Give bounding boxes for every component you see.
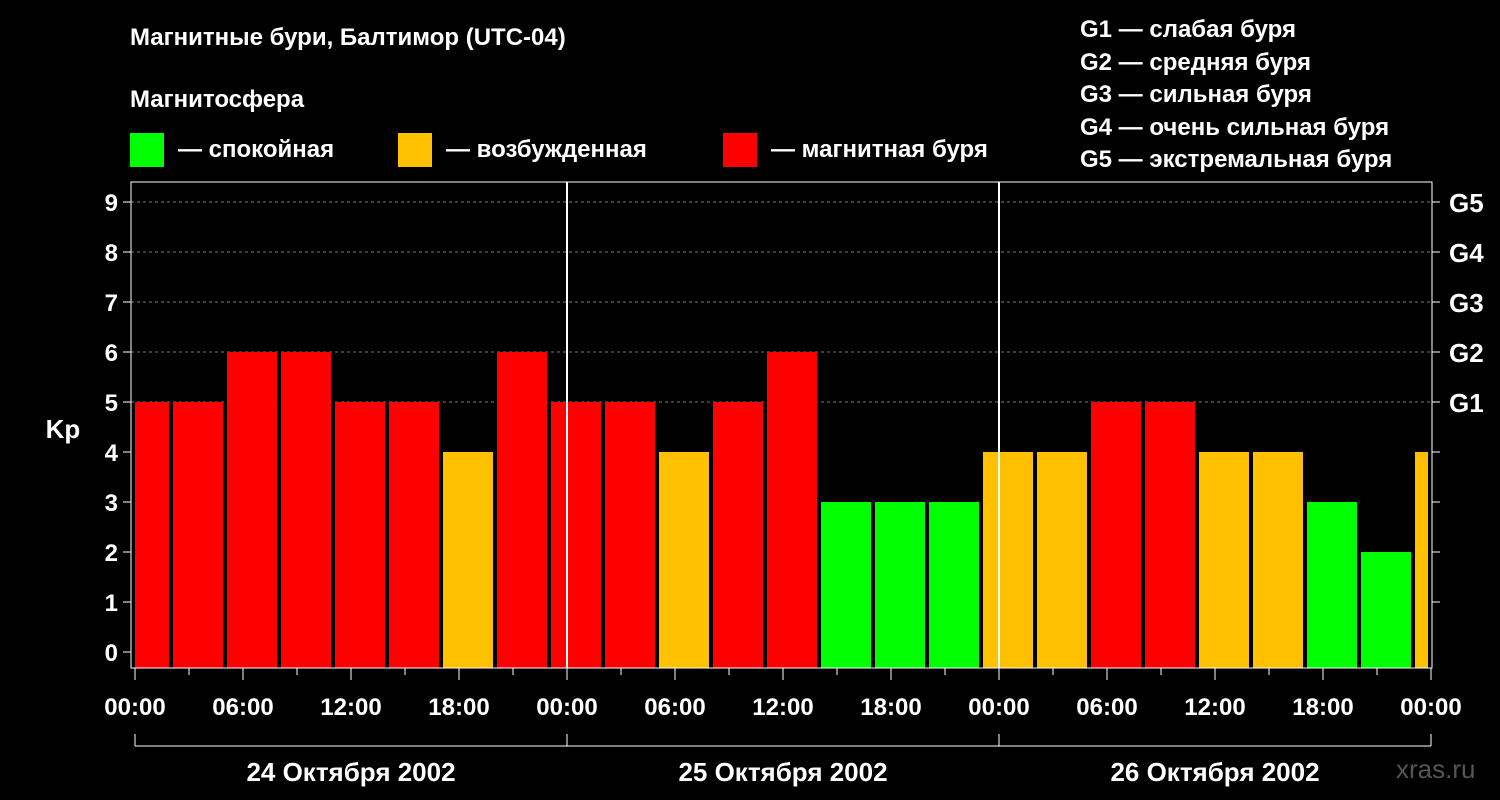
g-scale-label: G1 — [1449, 388, 1484, 418]
kp-bar — [875, 502, 925, 668]
kp-bar — [1307, 502, 1357, 668]
y-tick-label: 9 — [105, 190, 118, 217]
g-scale-legend-item: G1 — слабая буря — [1080, 16, 1297, 43]
x-tick-label: 00:00 — [536, 694, 597, 721]
kp-bar — [1415, 452, 1428, 668]
kp-bar — [821, 502, 871, 668]
date-label: 26 Октября 2002 — [1110, 757, 1319, 787]
x-tick-label: 06:00 — [1076, 694, 1137, 721]
y-tick-label: 7 — [105, 290, 118, 317]
legend-item-quiet: — спокойная — [130, 133, 334, 167]
kp-bar — [443, 452, 493, 668]
legend-swatch-unsettled — [398, 133, 432, 167]
kp-bar — [173, 402, 223, 668]
kp-bar — [929, 502, 979, 668]
legend-swatch-quiet — [130, 133, 164, 167]
kp-bar — [281, 352, 331, 668]
date-label: 25 Октября 2002 — [678, 757, 887, 787]
y-tick-label: 3 — [105, 490, 118, 517]
kp-bar — [1091, 402, 1141, 668]
kp-bar — [1361, 552, 1411, 668]
y-tick-label: 1 — [105, 590, 118, 617]
y-tick-label: 0 — [105, 640, 118, 667]
kp-bar — [1145, 402, 1195, 668]
kp-bar — [497, 352, 547, 668]
kp-bar — [1037, 452, 1087, 668]
chart-title: Магнитные бури, Балтимор (UTC-04) — [130, 24, 566, 51]
kp-bar — [1199, 452, 1249, 668]
kp-bar — [389, 402, 439, 668]
x-tick-label: 00:00 — [1400, 694, 1461, 721]
x-tick-label: 12:00 — [320, 694, 381, 721]
y-tick-label: 8 — [105, 240, 118, 267]
kp-bar — [335, 402, 385, 668]
g-scale-legend-item: G2 — средняя буря — [1080, 48, 1311, 76]
kp-bar — [1253, 452, 1303, 668]
legend-swatch-storm — [723, 133, 757, 167]
x-tick-label: 12:00 — [1184, 694, 1245, 721]
kp-bar — [983, 452, 1033, 668]
x-tick-label: 06:00 — [644, 694, 705, 721]
y-tick-label: 4 — [105, 440, 119, 467]
legend-label-unsettled: — возбужденная — [446, 136, 647, 163]
kp-bar — [713, 402, 763, 668]
g-scale-label: G5 — [1449, 188, 1484, 218]
kp-bar — [227, 352, 277, 668]
legend-heading: Магнитосфера — [130, 86, 305, 113]
x-tick-label: 00:00 — [968, 694, 1029, 721]
y-axis-label: Kp — [46, 414, 81, 444]
g-scale-label: G4 — [1449, 238, 1484, 268]
date-label: 24 Октября 2002 — [246, 757, 455, 787]
g-scale-legend: G1 — слабая буря G2 — средняя буря G3 — … — [1080, 14, 1392, 177]
y-tick-label: 6 — [105, 340, 118, 367]
kp-bar — [551, 402, 601, 668]
g-scale-legend-item: G5 — экстремальная буря — [1080, 146, 1393, 173]
watermark: xras.ru — [1396, 754, 1476, 784]
g-scale-legend-item: G4 — очень сильная буря — [1080, 113, 1390, 141]
x-tick-label: 00:00 — [104, 694, 165, 721]
kp-bar — [659, 452, 709, 668]
legend-item-storm: — магнитная буря — [723, 133, 988, 167]
legend-item-unsettled: — возбужденная — [398, 133, 647, 167]
y-tick-label: 2 — [105, 540, 118, 567]
g-scale-legend-item: G3 — сильная буря — [1080, 81, 1312, 108]
x-tick-label: 18:00 — [860, 694, 921, 721]
kp-bar — [605, 402, 655, 668]
x-tick-label: 18:00 — [1292, 694, 1353, 721]
x-tick-label: 06:00 — [212, 694, 273, 721]
kp-bar — [135, 402, 169, 668]
x-tick-label: 12:00 — [752, 694, 813, 721]
x-tick-label: 18:00 — [428, 694, 489, 721]
legend-label-quiet: — спокойная — [178, 136, 335, 163]
legend-label-storm: — магнитная буря — [771, 136, 988, 163]
kp-bar — [767, 352, 817, 668]
g-scale-label: G3 — [1449, 288, 1484, 318]
y-tick-label: 5 — [105, 390, 118, 417]
g-scale-label: G2 — [1449, 338, 1484, 368]
